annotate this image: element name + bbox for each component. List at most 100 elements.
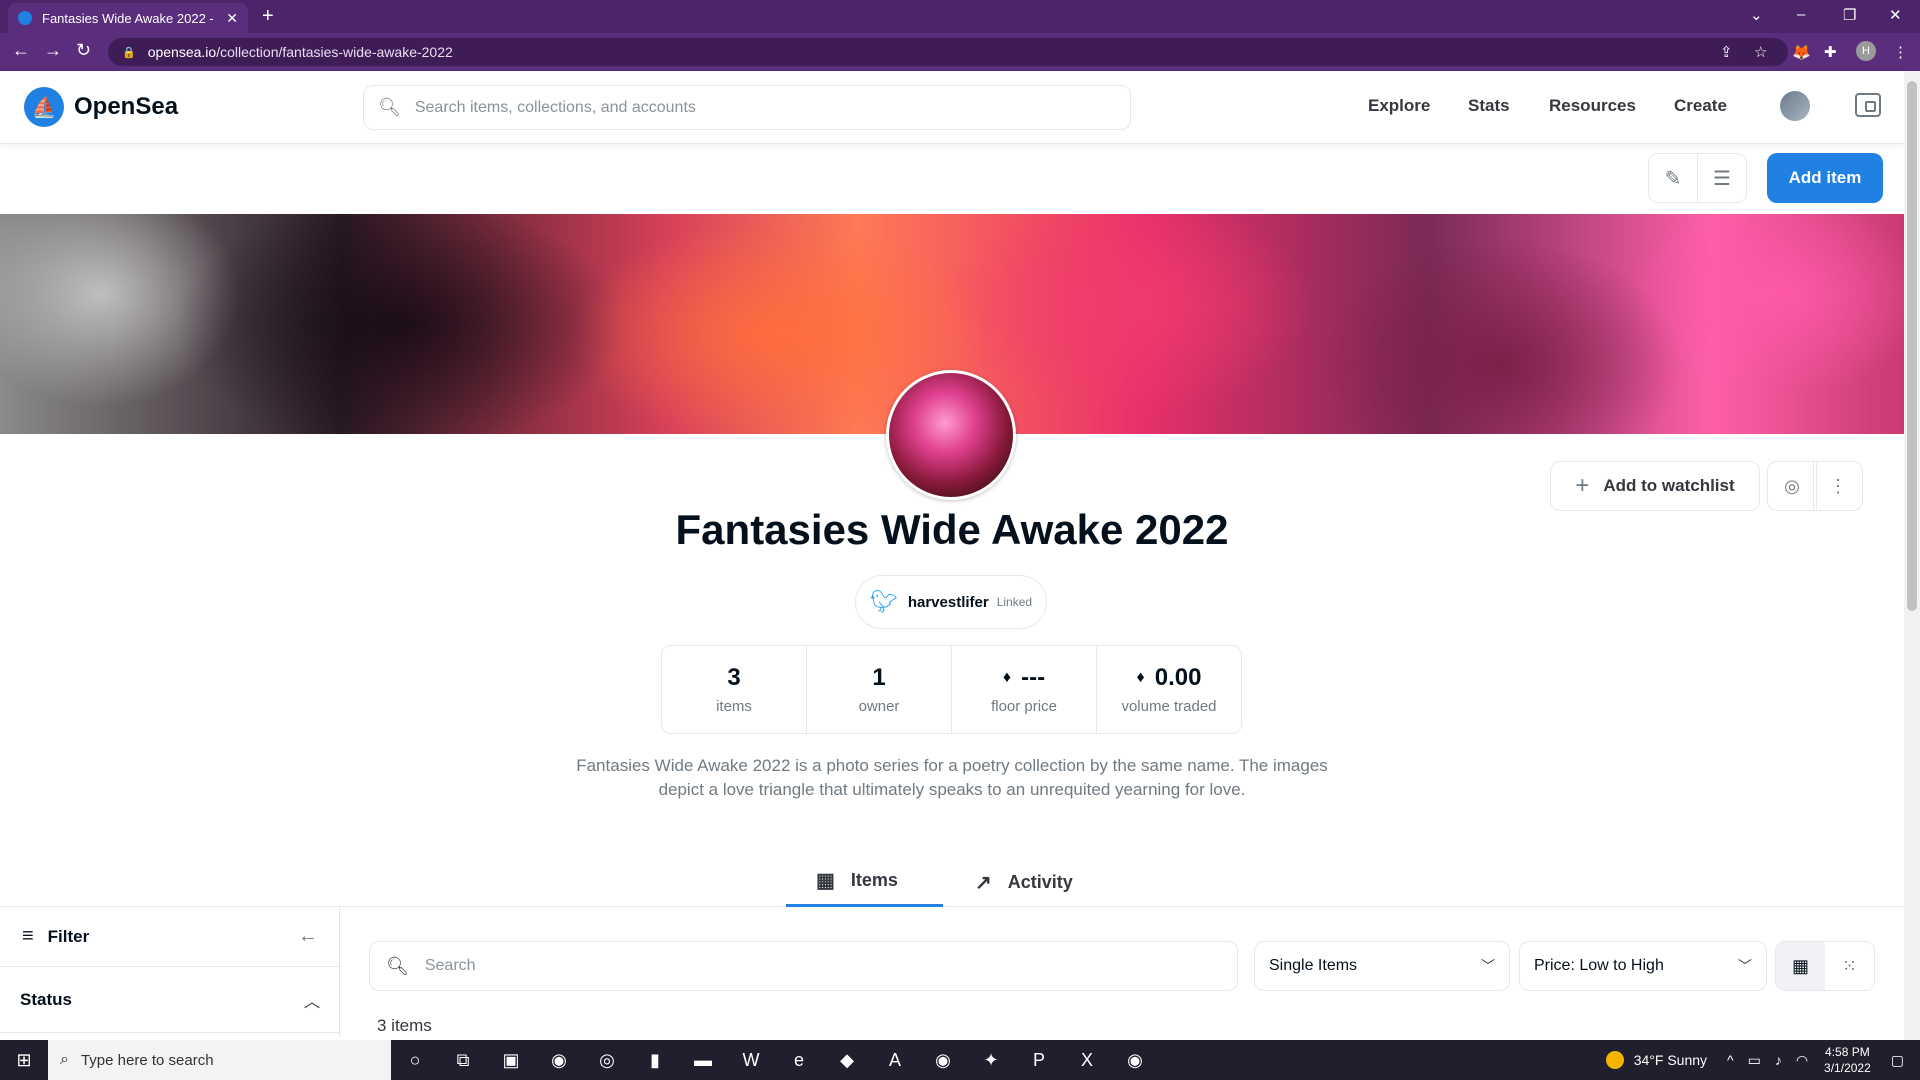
browser-menu-icon[interactable]: ⋮ — [1893, 43, 1908, 61]
stat-value: --- — [1021, 664, 1046, 691]
small-grid-icon[interactable]: ⁙ — [1825, 942, 1874, 990]
network-icon[interactable]: ◠ — [1796, 1052, 1808, 1069]
acrobat-icon[interactable]: A — [871, 1040, 919, 1080]
back-icon[interactable]: ← — [12, 40, 30, 61]
tab-items[interactable]: ▦ Items — [786, 857, 943, 907]
ethereum-icon: ♦ — [1002, 669, 1012, 686]
task-view-icon[interactable]: ⧉ — [439, 1040, 487, 1080]
metamask-extension-icon[interactable]: 🦊 — [1792, 43, 1811, 61]
nav-explore[interactable]: Explore — [1368, 96, 1430, 116]
items-search-input[interactable] — [424, 957, 1205, 975]
list-icon: ☰ — [1713, 167, 1731, 190]
taskbar-search[interactable]: ⌕ Type here to search — [48, 1040, 391, 1080]
forward-icon[interactable]: → — [44, 40, 62, 61]
stat-value: 1 — [872, 664, 886, 691]
extensions-puzzle-icon[interactable]: ✚ — [1824, 43, 1837, 61]
add-item-button[interactable]: Add item — [1767, 153, 1883, 203]
grid-icon: ▦ — [816, 870, 835, 892]
tab-label: Activity — [1007, 871, 1073, 892]
share-icon[interactable]: ⇪ — [1720, 43, 1733, 61]
windows-start-icon[interactable]: ⊞ — [0, 1040, 48, 1080]
site-search-input[interactable] — [414, 98, 1095, 117]
stat-label: floor price — [991, 698, 1057, 715]
nav-stats[interactable]: Stats — [1468, 96, 1510, 116]
tab-title: Fantasies Wide Awake 2022 - Col — [42, 10, 219, 26]
activity-chart-icon: ↗ — [975, 871, 992, 894]
items-search-box[interactable]: 🔍︎ — [369, 941, 1238, 991]
stat-floor-price[interactable]: ♦ --- floor price — [952, 646, 1097, 733]
stat-owners[interactable]: 1 owner — [807, 646, 952, 733]
minimize-icon[interactable]: – — [1797, 6, 1805, 23]
powerpoint-icon[interactable]: P — [1015, 1040, 1063, 1080]
browser-tab[interactable]: Fantasies Wide Awake 2022 - Col ✕ — [8, 3, 248, 33]
url-field[interactable]: 🔒 opensea.io /collection/fantasies-wide-… — [108, 38, 1788, 66]
url-host: opensea.io — [147, 44, 217, 60]
edit-collection-button[interactable]: ✎ — [1648, 153, 1698, 203]
notes-icon[interactable]: ▮ — [631, 1040, 679, 1080]
nav-create[interactable]: Create — [1674, 96, 1727, 116]
add-to-watchlist-button[interactable]: + Add to watchlist — [1550, 461, 1760, 511]
opensea-logo-icon: ⛵ — [24, 87, 64, 127]
user-avatar[interactable] — [1780, 91, 1810, 121]
page-scrollbar[interactable] — [1904, 71, 1920, 1040]
search-icon: 🔍︎ — [378, 97, 401, 117]
tray-chevron-up-icon[interactable]: ^ — [1727, 1052, 1734, 1068]
status-filter-section[interactable]: Status ︿ — [0, 967, 340, 1033]
meet-now-icon[interactable]: ▭ — [1748, 1052, 1761, 1069]
weather-sun-icon[interactable] — [1605, 1051, 1624, 1069]
search-icon: 🔍︎ — [386, 955, 409, 976]
notifications-icon[interactable]: ▢ — [1891, 1052, 1904, 1069]
logo-text: OpenSea — [74, 93, 179, 120]
clock[interactable]: 4:58 PM 3/1/2022 — [1824, 1044, 1871, 1076]
scrollbar-thumb[interactable] — [1907, 81, 1917, 611]
stat-value: 0.00 — [1154, 664, 1202, 691]
chrome-alt-icon[interactable]: ◉ — [1111, 1040, 1159, 1080]
app-icon[interactable]: ◎ — [583, 1040, 631, 1080]
nav-resources[interactable]: Resources — [1549, 96, 1636, 116]
weather-text[interactable]: 34°F Sunny — [1634, 1052, 1707, 1068]
twitter-status: Linked — [996, 595, 1033, 609]
bookmark-star-icon[interactable]: ☆ — [1754, 43, 1767, 61]
filter-sidebar: ≡ Filter ← Status ︿ — [0, 907, 340, 1037]
word-icon[interactable]: W — [727, 1040, 775, 1080]
large-grid-icon[interactable]: ▦ — [1776, 942, 1825, 990]
status-label: Status — [20, 989, 72, 1009]
chrome-icon[interactable]: ◉ — [535, 1040, 583, 1080]
excel-icon[interactable]: X — [1063, 1040, 1111, 1080]
site-search-box[interactable]: 🔍︎ — [363, 85, 1131, 130]
twitter-link[interactable]: 🐦︎ harvestlifer Linked — [855, 575, 1047, 629]
close-window-icon[interactable]: ✕ — [1889, 6, 1902, 24]
chrome-profile-icon[interactable]: ◉ — [919, 1040, 967, 1080]
new-tab-icon[interactable]: + — [262, 5, 274, 28]
reload-icon[interactable]: ↻ — [76, 40, 91, 61]
close-tab-icon[interactable]: ✕ — [226, 10, 238, 27]
more-options-button[interactable]: ⋮ — [1813, 461, 1863, 511]
collection-profile-image — [886, 370, 1016, 500]
tab-activity[interactable]: ↗ Activity — [975, 857, 1115, 907]
filter-header[interactable]: ≡ Filter ← — [0, 907, 340, 967]
lock-icon: 🔒 — [122, 46, 136, 59]
wallet-icon[interactable] — [1855, 93, 1881, 117]
stat-items[interactable]: 3 items — [662, 646, 807, 733]
davinci-icon[interactable]: ✦ — [967, 1040, 1015, 1080]
file-explorer-icon[interactable]: ▬ — [679, 1040, 727, 1080]
collapse-arrow-icon[interactable]: ← — [298, 925, 318, 948]
clock-time: 4:58 PM — [1825, 1045, 1870, 1059]
items-count: 3 items — [377, 1016, 432, 1035]
instagram-button[interactable]: ◎ — [1767, 461, 1817, 511]
view-toggle: ▦ ⁙ — [1775, 941, 1875, 991]
cortana-icon[interactable]: ○ — [391, 1040, 439, 1080]
browser-profile-avatar[interactable]: H — [1856, 41, 1876, 61]
opensea-favicon-icon — [18, 11, 32, 25]
manage-collection-button[interactable]: ☰ — [1697, 153, 1747, 203]
stat-volume-traded[interactable]: ♦ 0.00 volume traded — [1097, 646, 1241, 733]
edge-icon[interactable]: e — [775, 1040, 823, 1080]
volume-icon[interactable]: ♪ — [1775, 1052, 1782, 1068]
opensea-logo[interactable]: ⛵ OpenSea — [24, 87, 178, 127]
brave-icon[interactable]: ◆ — [823, 1040, 871, 1080]
restore-icon[interactable]: ❐ — [1843, 6, 1856, 24]
item-type-select[interactable]: Single Items ﹀ — [1254, 941, 1510, 991]
sort-select[interactable]: Price: Low to High ﹀ — [1519, 941, 1767, 991]
tab-search-icon[interactable]: ⌄ — [1750, 6, 1763, 24]
store-icon[interactable]: ▣ — [487, 1040, 535, 1080]
